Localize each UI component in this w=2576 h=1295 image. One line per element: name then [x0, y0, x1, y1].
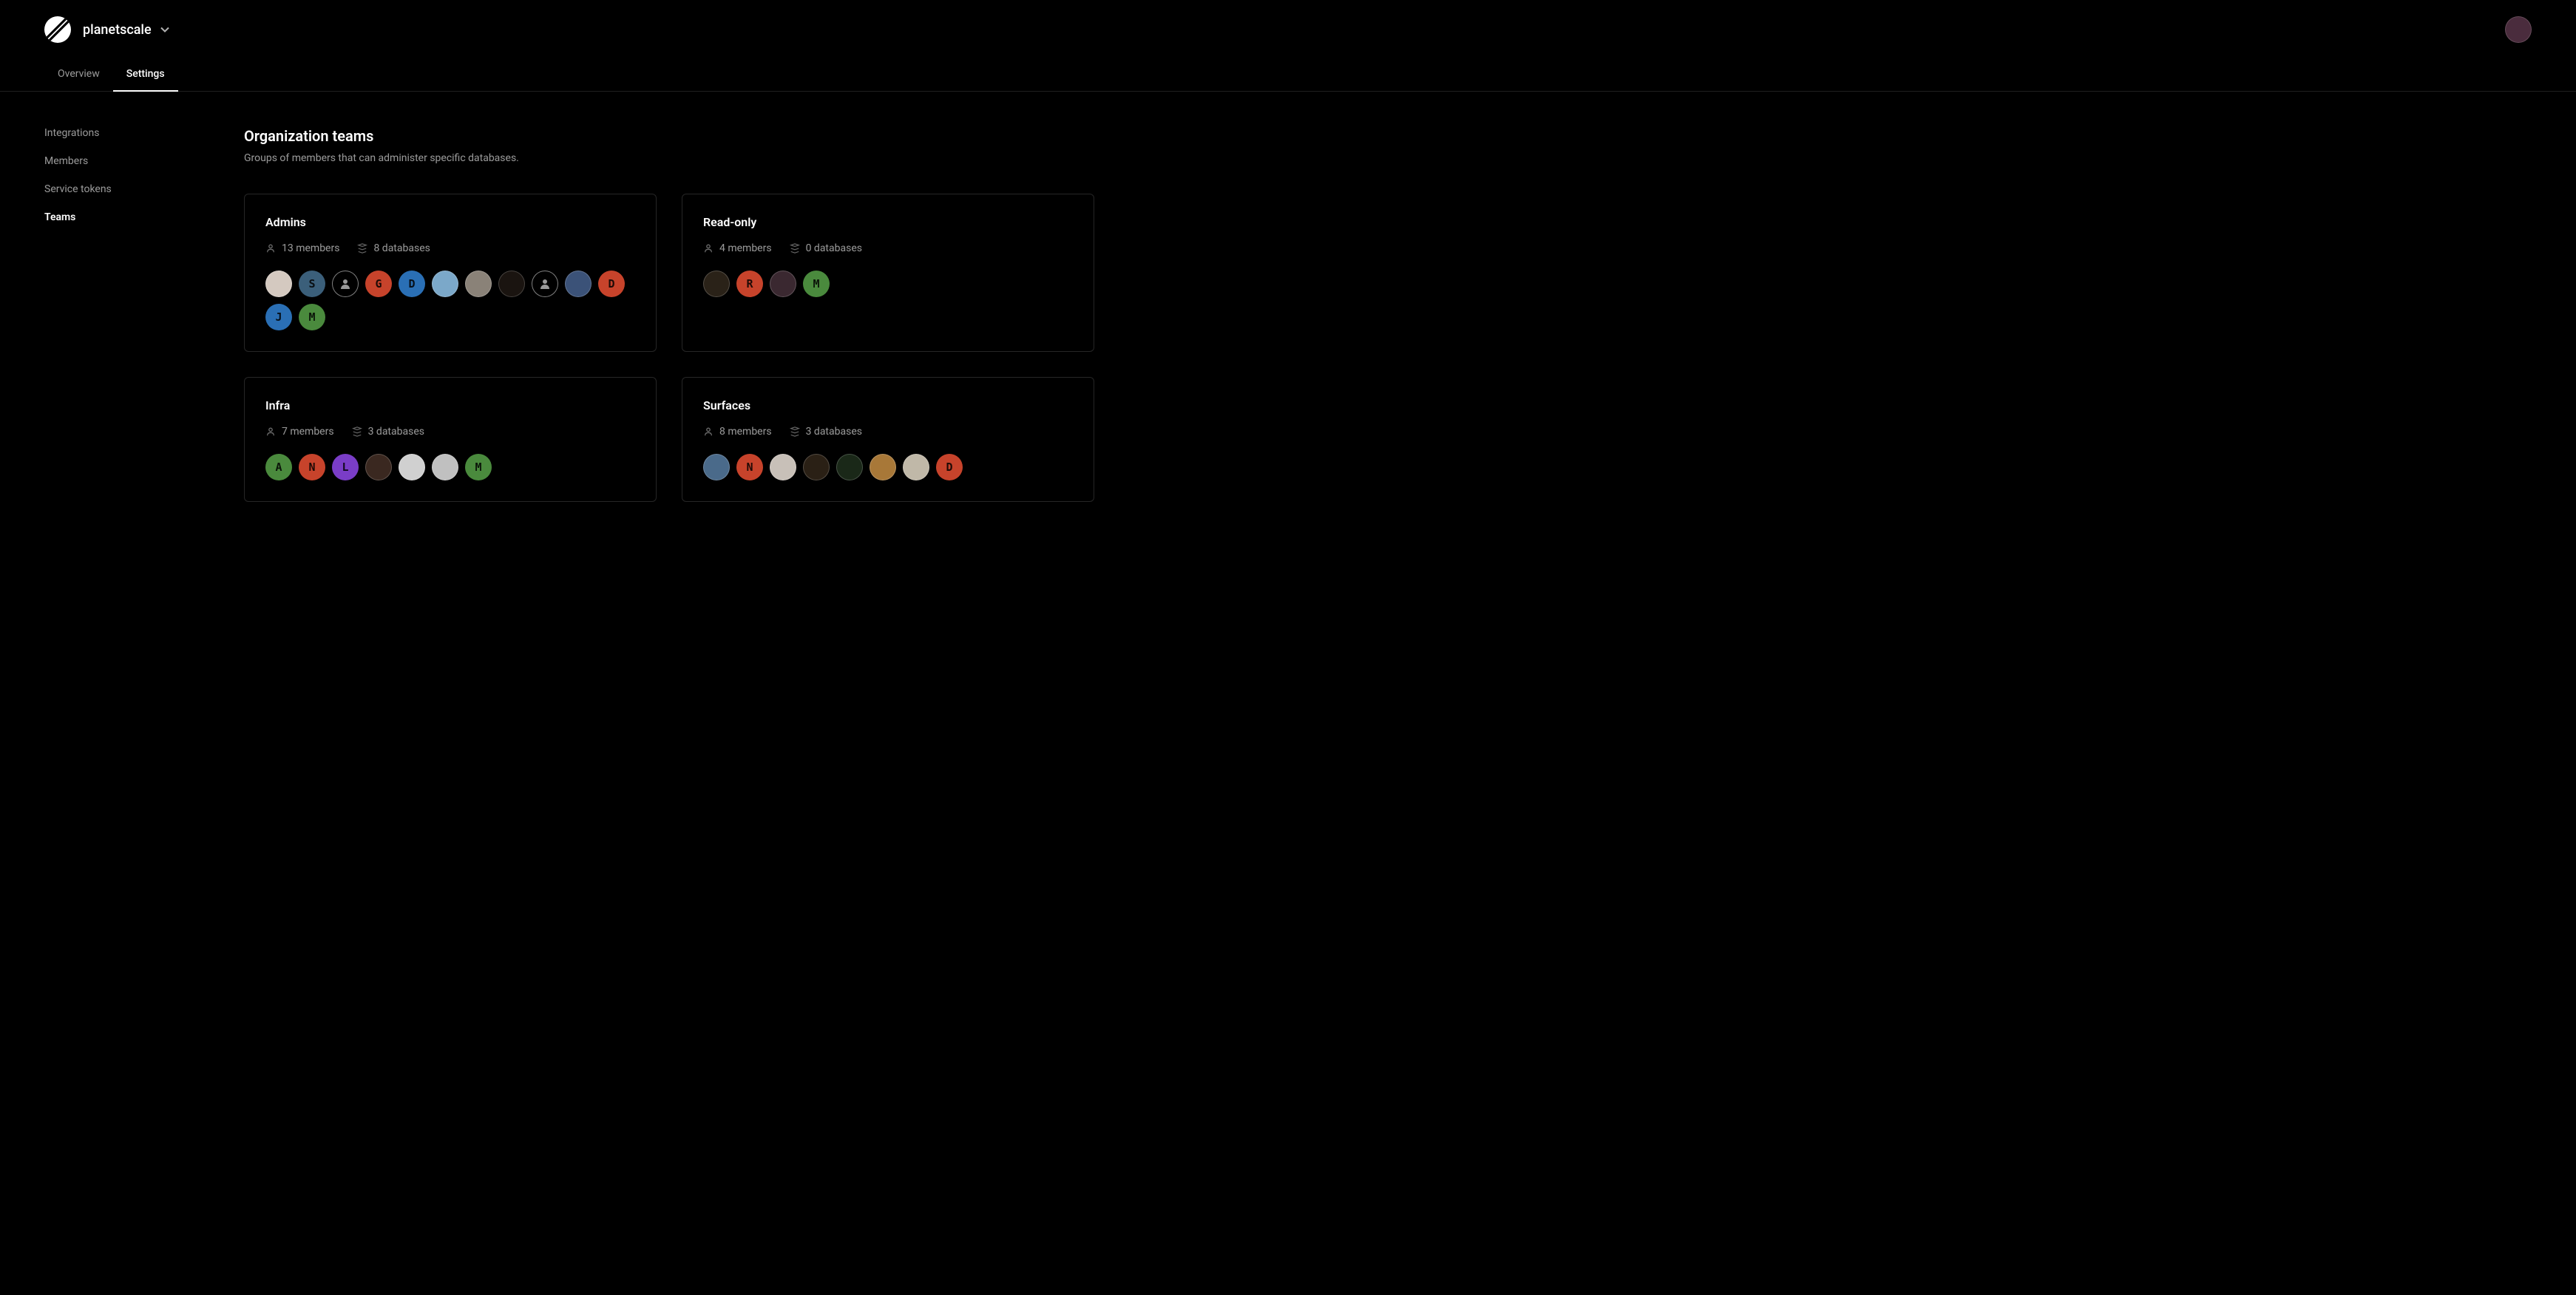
databases-stat: 0 databases — [790, 242, 862, 254]
member-avatar[interactable]: D — [936, 454, 963, 480]
databases-stat: 3 databases — [352, 426, 424, 438]
member-avatar[interactable] — [399, 454, 425, 480]
avatars-row: RM — [703, 271, 1073, 297]
members-icon — [265, 243, 276, 254]
person-icon — [339, 278, 351, 290]
database-icon — [790, 243, 800, 254]
member-avatar[interactable] — [465, 271, 492, 297]
header-left: planetscale — [44, 16, 169, 43]
member-avatar[interactable] — [836, 454, 863, 480]
database-icon — [357, 243, 367, 254]
member-avatar[interactable]: M — [299, 304, 325, 330]
member-avatar[interactable] — [498, 271, 525, 297]
teams-grid: Admins13 members8 databasesSGDDJMRead-on… — [244, 194, 1094, 502]
avatars-row: ND — [703, 454, 1073, 480]
content: Integrations Members Service tokens Team… — [0, 92, 2576, 531]
members-icon — [265, 426, 276, 437]
member-avatar[interactable] — [265, 271, 292, 297]
member-avatar[interactable]: D — [598, 271, 625, 297]
member-avatar[interactable]: R — [736, 271, 763, 297]
sidebar-item-members[interactable]: Members — [44, 155, 214, 167]
team-name: Infra — [265, 398, 635, 412]
team-card[interactable]: Infra 7 members 3 databases ANL M — [244, 377, 657, 502]
member-avatar[interactable] — [703, 271, 730, 297]
page-subtitle: Groups of members that can administer sp… — [244, 152, 1094, 164]
member-avatar[interactable]: L — [332, 454, 359, 480]
databases-count: 3 databases — [368, 426, 424, 438]
member-avatar[interactable] — [703, 454, 730, 480]
org-switcher[interactable]: planetscale — [83, 22, 169, 38]
databases-count: 8 databases — [373, 242, 430, 254]
databases-stat: 8 databases — [357, 242, 430, 254]
members-stat: 8 members — [703, 426, 772, 438]
sidebar: Integrations Members Service tokens Team… — [44, 127, 214, 502]
header: planetscale — [0, 0, 2576, 43]
members-stat: 13 members — [265, 242, 339, 254]
page-title: Organization teams — [244, 127, 1094, 145]
avatars-row: ANL M — [265, 454, 635, 480]
team-card[interactable]: Surfaces8 members3 databasesND — [682, 377, 1094, 502]
member-avatar[interactable] — [770, 271, 796, 297]
members-count: 8 members — [719, 426, 772, 438]
team-card[interactable]: Admins13 members8 databasesSGDDJM — [244, 194, 657, 352]
user-avatar[interactable] — [2505, 16, 2532, 43]
member-avatar[interactable]: J — [265, 304, 292, 330]
sidebar-item-service-tokens[interactable]: Service tokens — [44, 183, 214, 195]
sidebar-item-teams[interactable]: Teams — [44, 211, 214, 223]
member-avatar[interactable] — [870, 454, 896, 480]
team-stats: 7 members 3 databases — [265, 426, 635, 438]
members-icon — [703, 426, 714, 437]
team-stats: 4 members 0 databases — [703, 242, 1073, 254]
member-avatar[interactable]: N — [736, 454, 763, 480]
members-stat: 4 members — [703, 242, 772, 254]
logo-icon[interactable] — [44, 16, 71, 43]
team-card[interactable]: Read-only4 members0 databasesRM — [682, 194, 1094, 352]
member-avatar[interactable]: D — [399, 271, 425, 297]
member-avatar[interactable]: S — [299, 271, 325, 297]
chevron-down-icon — [160, 27, 169, 33]
tabs: Overview Settings — [0, 43, 2576, 92]
member-avatar[interactable]: N — [299, 454, 325, 480]
sidebar-item-integrations[interactable]: Integrations — [44, 127, 214, 139]
avatars-row: SGDDJM — [265, 271, 635, 330]
database-icon — [352, 426, 362, 437]
main: Organization teams Groups of members tha… — [244, 127, 1094, 502]
databases-count: 3 databases — [806, 426, 862, 438]
team-name: Surfaces — [703, 398, 1073, 412]
team-stats: 13 members 8 databases — [265, 242, 635, 254]
members-count: 13 members — [282, 242, 339, 254]
member-avatar[interactable] — [332, 271, 359, 297]
team-name: Admins — [265, 215, 635, 229]
member-avatar[interactable]: A — [265, 454, 292, 480]
databases-count: 0 databases — [806, 242, 862, 254]
org-name: planetscale — [83, 22, 152, 38]
person-icon — [539, 278, 551, 290]
members-count: 4 members — [719, 242, 772, 254]
member-avatar[interactable]: M — [803, 271, 830, 297]
members-icon — [703, 243, 714, 254]
members-count: 7 members — [282, 426, 334, 438]
databases-stat: 3 databases — [790, 426, 862, 438]
tab-overview[interactable]: Overview — [44, 61, 113, 92]
member-avatar[interactable]: M — [465, 454, 492, 480]
member-avatar[interactable] — [565, 271, 592, 297]
database-icon — [790, 426, 800, 437]
member-avatar[interactable]: G — [365, 271, 392, 297]
member-avatar[interactable] — [903, 454, 929, 480]
member-avatar[interactable] — [803, 454, 830, 480]
member-avatar[interactable] — [432, 454, 458, 480]
team-stats: 8 members 3 databases — [703, 426, 1073, 438]
member-avatar[interactable] — [365, 454, 392, 480]
member-avatar[interactable] — [770, 454, 796, 480]
member-avatar[interactable] — [532, 271, 558, 297]
member-avatar[interactable] — [432, 271, 458, 297]
tab-settings[interactable]: Settings — [113, 61, 178, 92]
team-name: Read-only — [703, 215, 1073, 229]
members-stat: 7 members — [265, 426, 334, 438]
